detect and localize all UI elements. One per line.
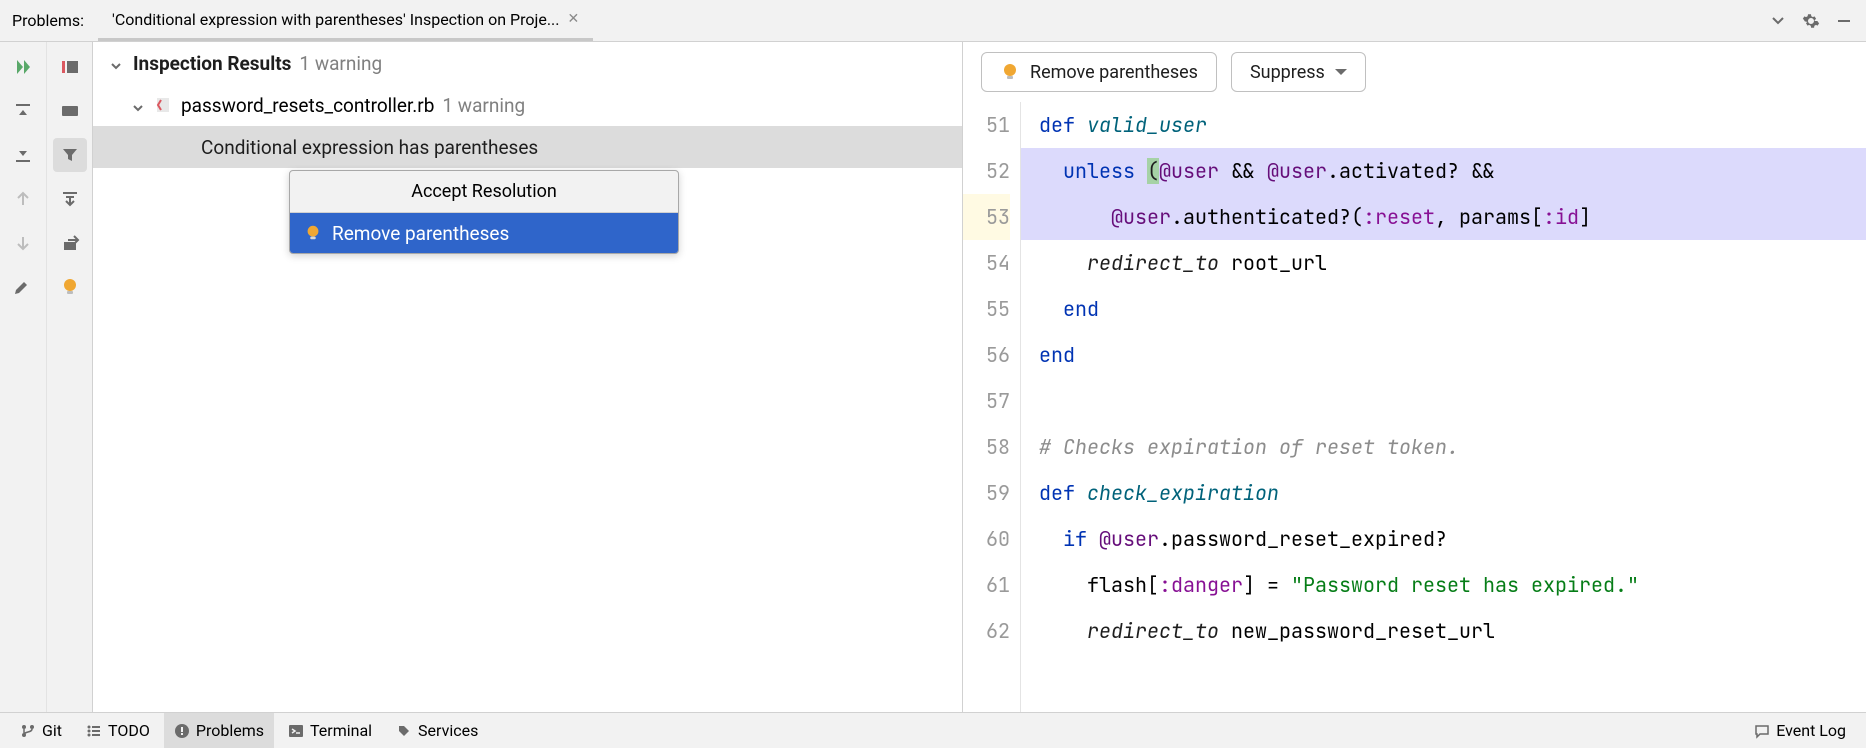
tree-root[interactable]: Inspection Results 1 warning — [93, 42, 962, 84]
group-by-button[interactable] — [53, 50, 87, 84]
content-area: Inspection Results 1 warning password_re… — [0, 42, 1866, 712]
code-line[interactable]: @user.authenticated?(:reset, params[:id] — [1021, 194, 1866, 240]
root-count: 1 warning — [299, 52, 382, 75]
list-icon — [86, 723, 102, 739]
popup-title: Accept Resolution — [290, 171, 678, 213]
code-line[interactable]: if @user.password_reset_expired? — [1021, 516, 1866, 562]
code-line[interactable]: end — [1021, 332, 1866, 378]
file-count: 1 warning — [442, 94, 525, 117]
gutter-line: 53 — [963, 194, 1010, 240]
settings-button[interactable] — [6, 270, 40, 304]
panel-label: Problems: — [12, 11, 98, 30]
filter-button[interactable] — [53, 138, 87, 172]
code-line[interactable]: redirect_to root_url — [1021, 240, 1866, 286]
todo-tool-button[interactable]: TODO — [76, 713, 160, 748]
terminal-label: Terminal — [310, 721, 372, 740]
git-label: Git — [42, 721, 62, 740]
gutter-line: 57 — [963, 378, 1010, 424]
gutter-line: 61 — [963, 562, 1010, 608]
expand-all-button[interactable] — [6, 94, 40, 128]
issue-text: Conditional expression has parentheses — [201, 136, 538, 159]
code-column[interactable]: def valid_user unless (@user && @user.ac… — [1021, 102, 1866, 712]
gutter-line: 51 — [963, 102, 1010, 148]
bottom-toolbar: Git TODO Problems Terminal Services Even… — [0, 712, 1866, 748]
gutter-line: 52 — [963, 148, 1010, 194]
code-line[interactable] — [1021, 378, 1866, 424]
problems-tab[interactable]: 'Conditional expression with parentheses… — [98, 0, 593, 41]
close-icon[interactable]: ✕ — [567, 11, 579, 27]
suppress-button[interactable]: Suppress — [1231, 52, 1366, 92]
branch-icon — [20, 723, 36, 739]
terminal-tool-button[interactable]: Terminal — [278, 713, 382, 748]
export-button[interactable] — [53, 226, 87, 260]
tree-file[interactable]: password_resets_controller.rb 1 warning — [93, 84, 962, 126]
code-line[interactable]: end — [1021, 286, 1866, 332]
tab-title: 'Conditional expression with parentheses… — [112, 10, 559, 29]
code-editor[interactable]: 515253545556575859606162 def valid_user … — [963, 102, 1866, 712]
gutter-line: 55 — [963, 286, 1010, 332]
code-line[interactable]: def check_expiration — [1021, 470, 1866, 516]
inspection-tree: Inspection Results 1 warning password_re… — [93, 42, 963, 712]
terminal-icon — [288, 723, 304, 739]
gutter-line: 54 — [963, 240, 1010, 286]
gear-icon[interactable] — [1802, 12, 1820, 30]
chevron-down-icon[interactable] — [131, 97, 147, 113]
code-line[interactable]: redirect_to new_password_reset_url — [1021, 608, 1866, 654]
root-title: Inspection Results — [133, 52, 291, 75]
bulb-icon — [304, 224, 322, 242]
services-tool-button[interactable]: Services — [386, 713, 488, 748]
bulb-icon — [1000, 62, 1020, 82]
chat-icon — [1754, 723, 1770, 739]
chevron-down-icon[interactable] — [1770, 13, 1786, 29]
next-occurrence-button[interactable] — [6, 226, 40, 260]
intention-bulb-button[interactable] — [53, 270, 87, 304]
code-line[interactable]: flash[:danger] = "Password reset has exp… — [1021, 562, 1866, 608]
services-icon — [396, 723, 412, 739]
chevron-down-icon[interactable] — [109, 55, 125, 71]
rerun-button[interactable] — [6, 50, 40, 84]
ruby-file-icon — [155, 96, 173, 114]
code-line[interactable]: # Checks expiration of reset token. — [1021, 424, 1866, 470]
suppress-label: Suppress — [1250, 62, 1325, 83]
collapse-all-button[interactable] — [6, 138, 40, 172]
warning-icon — [174, 723, 190, 739]
gutter-line: 59 — [963, 470, 1010, 516]
fix-label: Remove parentheses — [1030, 62, 1198, 83]
problems-tool-button[interactable]: Problems — [164, 713, 274, 748]
preview-actions: Remove parentheses Suppress — [963, 42, 1866, 102]
gutter-line: 58 — [963, 424, 1010, 470]
autoscroll-button[interactable] — [53, 182, 87, 216]
gutter-line: 60 — [963, 516, 1010, 562]
services-label: Services — [418, 721, 478, 740]
problems-label: Problems — [196, 721, 264, 740]
problems-tab-bar: Problems: 'Conditional expression with p… — [0, 0, 1866, 42]
todo-label: TODO — [108, 721, 150, 740]
tree-issue[interactable]: Conditional expression has parentheses — [93, 126, 962, 168]
event-log-button[interactable]: Event Log — [1744, 713, 1856, 748]
event-log-label: Event Log — [1776, 721, 1846, 740]
popup-item-remove-parentheses[interactable]: Remove parentheses — [290, 213, 678, 253]
toolstrip-left — [0, 42, 46, 712]
code-line[interactable]: unless (@user && @user.activated? && — [1021, 148, 1866, 194]
quickfix-popup: Accept Resolution Remove parentheses — [289, 170, 679, 254]
git-tool-button[interactable]: Git — [10, 713, 72, 748]
code-line[interactable]: def valid_user — [1021, 102, 1866, 148]
prev-occurrence-button[interactable] — [6, 182, 40, 216]
file-name: password_resets_controller.rb — [181, 94, 434, 117]
gutter-line: 62 — [963, 608, 1010, 654]
chevron-down-icon — [1335, 69, 1347, 75]
fix-button[interactable]: Remove parentheses — [981, 52, 1217, 92]
gutter: 515253545556575859606162 — [963, 102, 1021, 712]
gutter-line: 56 — [963, 332, 1010, 378]
preview-pane: Remove parentheses Suppress 515253545556… — [963, 42, 1866, 712]
minimize-icon[interactable] — [1836, 13, 1852, 29]
side-toolbars — [0, 42, 93, 712]
popup-item-label: Remove parentheses — [332, 222, 509, 245]
toolstrip-right — [46, 42, 92, 712]
view-mode-button[interactable] — [53, 94, 87, 128]
